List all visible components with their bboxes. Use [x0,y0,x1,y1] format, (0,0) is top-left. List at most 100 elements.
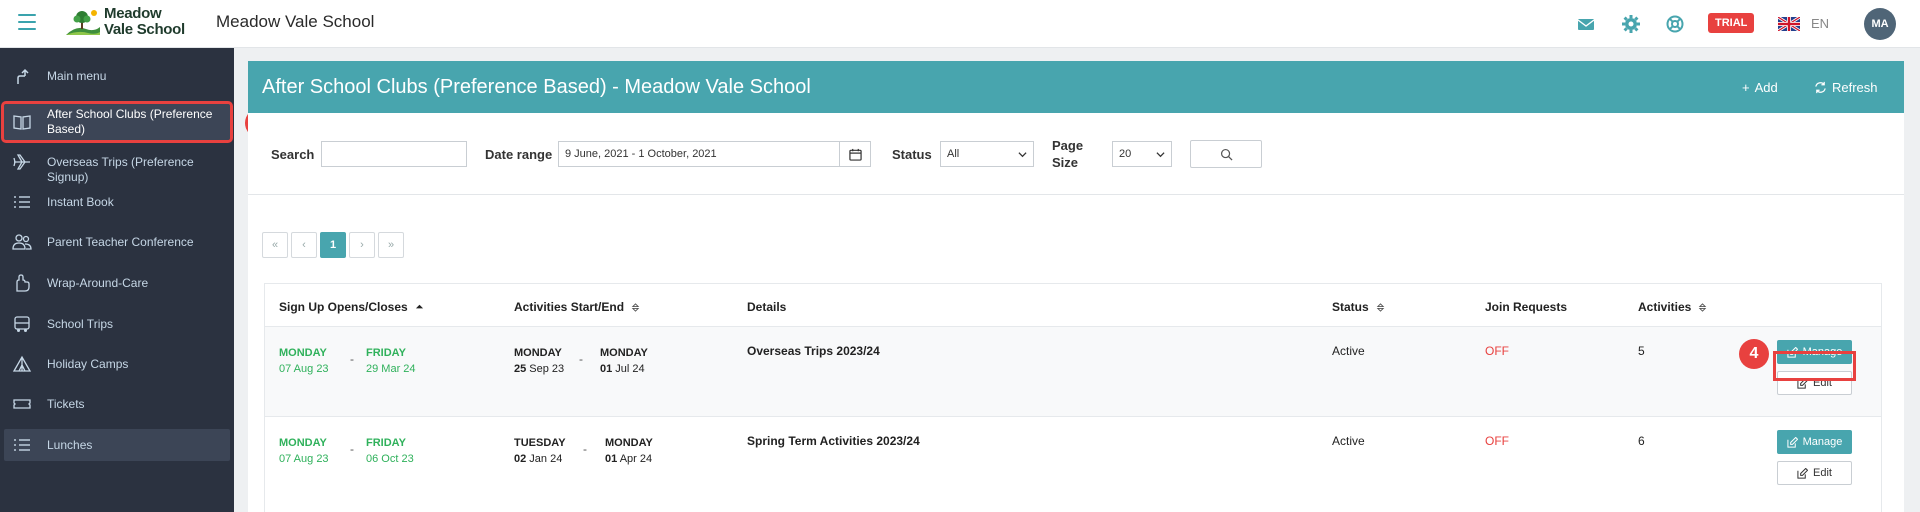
book-icon [13,115,31,130]
calendar-button[interactable] [839,141,871,167]
column-header-label: Status [1332,300,1369,314]
date-separator: - [583,442,587,456]
signup-open-day: MONDAY [279,347,327,359]
signup-open-date: MONDAY 07 Aug 23 [279,345,329,377]
column-header-join-requests: Join Requests [1485,300,1567,314]
trial-badge: TRIAL [1708,13,1755,33]
signup-close-day: FRIDAY [366,347,406,359]
pagination-prev[interactable]: ‹ [291,232,317,258]
date-separator: - [350,352,354,366]
details-cell: Overseas Trips 2023/24 [747,344,880,358]
people-icon [12,234,32,250]
gear-icon[interactable] [1620,13,1642,35]
pagination-next[interactable]: › [349,232,375,258]
column-header-activities-start-end[interactable]: Activities Start/End [514,300,640,314]
page-size-select[interactable]: 20 [1112,141,1172,167]
activity-end-month-year: Apr 24 [617,453,653,465]
sidebar: Main menu After School Clubs (Preference… [0,48,234,512]
activity-end-day: MONDAY [605,437,653,449]
refresh-button[interactable]: Refresh [1814,80,1878,95]
lifebuoy-icon[interactable] [1664,13,1686,35]
search-button[interactable] [1190,140,1262,168]
sidebar-item-tickets[interactable]: Tickets [4,390,230,418]
manage-highlight-box [1773,351,1856,381]
sidebar-item-parent-teacher-conference[interactable]: Parent Teacher Conference [4,228,230,256]
add-button[interactable]: + Add [1742,80,1778,95]
table-row: MONDAY 07 Aug 23 - FRIDAY 29 Mar 24 MOND… [265,326,1881,416]
panel-header: After School Clubs (Preference Based) - … [248,61,1904,113]
status-select[interactable]: All [940,141,1034,167]
sidebar-item-label: Holiday Camps [47,357,129,371]
edit-icon [1787,436,1798,448]
column-header-label: Join Requests [1485,300,1568,314]
user-avatar[interactable]: MA [1864,8,1896,40]
activity-start-day: MONDAY [514,347,562,359]
tent-icon [12,355,32,372]
list-icon [14,439,30,451]
sidebar-item-label: Main menu [47,69,107,83]
pagination-page-1[interactable]: 1 [320,232,346,258]
date-range-input[interactable]: 9 June, 2021 - 1 October, 2021 [558,141,840,167]
sidebar-item-wrap-around-care[interactable]: Wrap-Around-Care [4,269,230,297]
sidebar-item-school-trips[interactable]: School Trips [4,310,230,338]
plus-icon: + [1742,80,1750,95]
date-range-value: 9 June, 2021 - 1 October, 2021 [565,148,717,160]
sort-ascending-icon [415,304,423,308]
sort-icon [1376,302,1384,312]
column-header-activities[interactable]: Activities [1638,300,1707,314]
uk-flag-icon[interactable] [1778,17,1800,31]
language-selector[interactable]: EN [1811,16,1829,31]
pagination-first[interactable]: « [262,232,288,258]
column-header-signup[interactable]: Sign Up Opens/Closes [279,300,424,314]
list-icon [14,196,30,208]
manage-button[interactable]: Manage [1777,430,1852,454]
manage-label: Manage [1802,436,1843,448]
table-row: MONDAY 07 Aug 23 - FRIDAY 06 Oct 23 TUES… [265,416,1881,506]
bus-icon [14,316,30,332]
chevron-down-icon [1018,152,1027,158]
page-size-value: 20 [1119,148,1132,160]
sort-icon [631,302,640,312]
column-header-details: Details [747,300,786,314]
sidebar-item-label: Parent Teacher Conference [47,235,194,249]
signup-close-date: FRIDAY 29 Mar 24 [366,345,416,377]
activities-count-cell: 6 [1638,434,1645,448]
join-requests-cell: OFF [1485,344,1509,358]
signup-close-date-value: 06 Oct 23 [366,453,414,465]
sidebar-item-overseas-trips[interactable]: Overseas Trips (Preference Signup) [4,148,230,184]
page-size-label: Page Size [1052,137,1083,171]
pagination-last[interactable]: » [378,232,404,258]
logo-line-1: Meadow [104,5,162,22]
sidebar-item-instant-book[interactable]: Instant Book [4,188,230,216]
activity-start-date-value: 02 Jan 24 [514,451,566,467]
hamburger-menu-icon[interactable] [18,14,36,30]
column-header-status[interactable]: Status [1332,300,1385,314]
envelope-icon[interactable] [1575,13,1597,35]
sidebar-item-label: Tickets [47,397,85,411]
sidebar-item-lunches[interactable]: Lunches [4,429,230,461]
status-cell: Active [1332,434,1365,448]
sidebar-item-label: Instant Book [47,195,114,209]
date-range-label: Date range [485,147,553,162]
search-label: Search [271,147,315,162]
search-input[interactable] [321,141,467,167]
sidebar-item-main-menu[interactable]: Main menu [4,62,230,90]
step-marker-4: 4 [1739,339,1769,369]
date-separator: - [350,442,354,456]
page-size-label-line-2: Size [1052,155,1079,170]
sidebar-item-holiday-camps[interactable]: Holiday Camps [4,350,230,378]
page-title: After School Clubs (Preference Based) - … [262,76,811,98]
calendar-icon [849,148,862,161]
activity-start-month-year: Jan 24 [526,453,563,465]
sidebar-item-label: Overseas Trips (Preference Signup) [47,155,194,184]
edit-button[interactable]: Edit [1777,461,1852,485]
sidebar-item-after-school-clubs[interactable]: After School Clubs (Preference Based) [1,101,233,143]
activity-start-day: TUESDAY [514,437,566,449]
logo-text: Meadow Vale School [104,6,185,38]
edit-label: Edit [1813,467,1832,479]
arrow-up-icon [17,68,29,84]
school-logo[interactable]: Meadow Vale School [64,6,185,38]
signup-close-date-value: 29 Mar 24 [366,363,416,375]
signup-open-date-value: 07 Aug 23 [279,363,329,375]
chevron-down-icon [1156,152,1165,158]
